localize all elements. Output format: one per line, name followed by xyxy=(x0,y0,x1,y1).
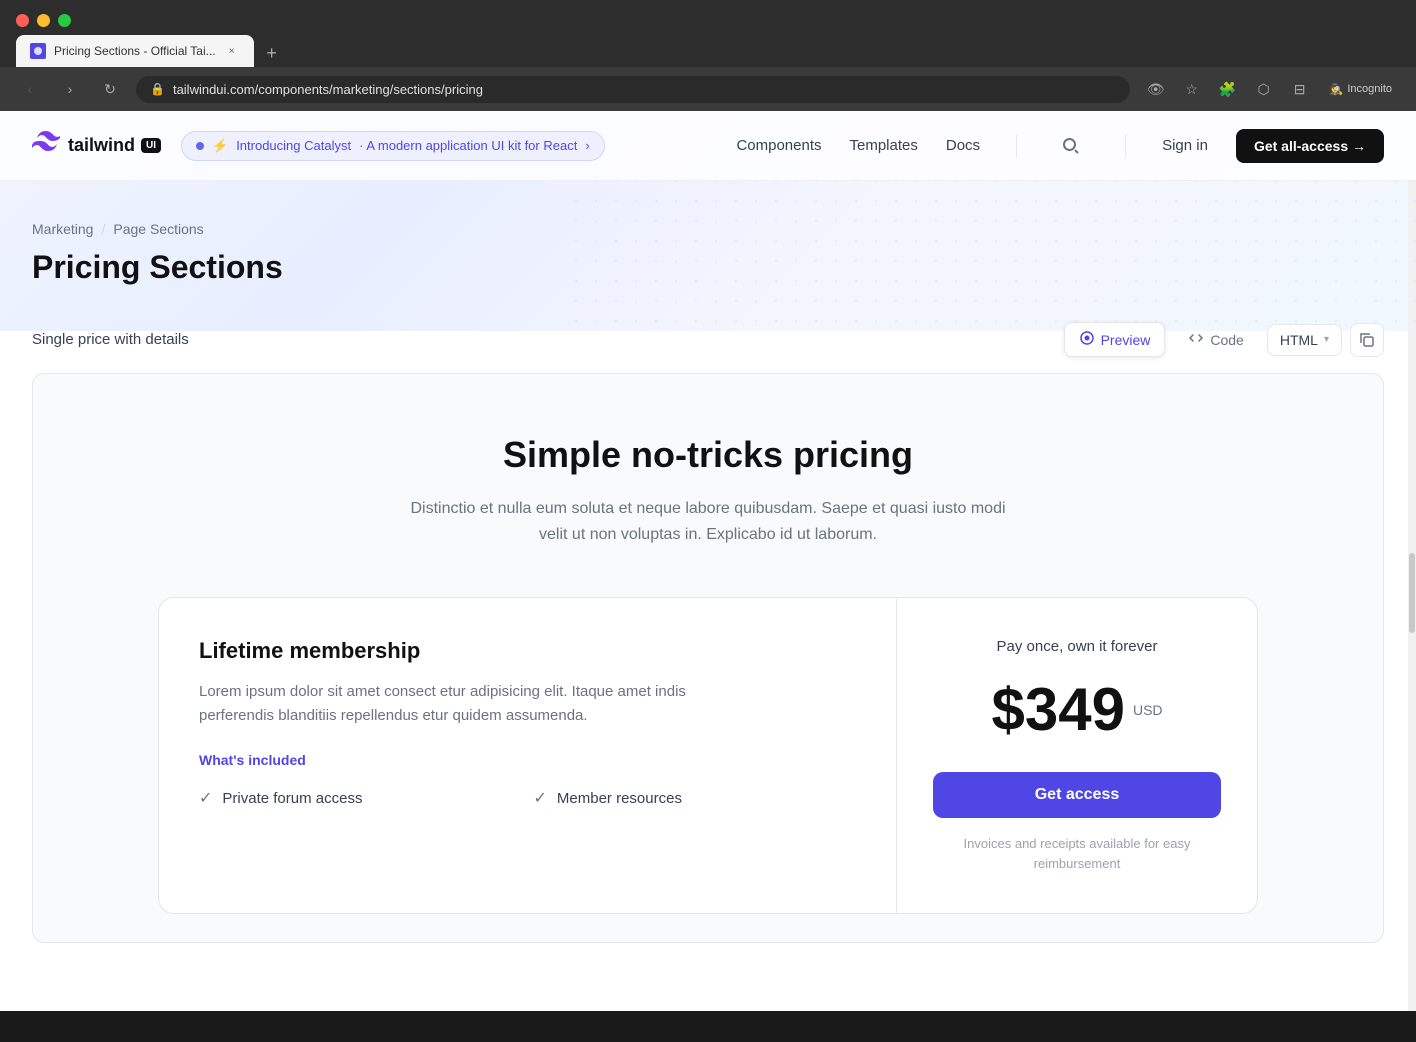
code-icon xyxy=(1188,330,1204,349)
tab-bar: Pricing Sections - Official Tai... × + xyxy=(0,27,1416,67)
address-bar-row: ‹ › ↻ 🔒 tailwindui.com/components/market… xyxy=(0,67,1416,111)
page: tailwind UI ⚡ Introducing Catalyst · A m… xyxy=(0,111,1416,1011)
puzzle-icon[interactable]: 🧩 xyxy=(1214,75,1242,103)
page-title: Pricing Sections xyxy=(32,249,1384,286)
eye-off-icon[interactable]: 👁 xyxy=(1142,75,1170,103)
star-icon[interactable]: ☆ xyxy=(1178,75,1206,103)
sidebar-icon[interactable]: ⊟ xyxy=(1286,75,1314,103)
logo-icon xyxy=(32,131,60,161)
maximize-button[interactable] xyxy=(58,14,71,27)
preview-btn-label: Preview xyxy=(1101,332,1151,348)
pricing-card: Lifetime membership Lorem ipsum dolor si… xyxy=(158,597,1258,914)
nav-links: Components Templates Docs Sign in Get al… xyxy=(736,128,1384,164)
tab-favicon xyxy=(30,43,46,59)
price-currency: USD xyxy=(1133,702,1163,718)
copy-button[interactable] xyxy=(1350,323,1384,357)
get-access-button[interactable]: Get all-access → xyxy=(1236,129,1384,163)
invoice-text: Invoices and receipts available for easy… xyxy=(933,834,1221,873)
feature-item-0: ✓ Private forum access xyxy=(199,788,522,808)
nav-link-components[interactable]: Components xyxy=(736,137,821,154)
preview-icon xyxy=(1079,330,1095,349)
breadcrumb-separator: / xyxy=(101,221,105,237)
breadcrumb: Marketing / Page Sections xyxy=(32,221,1384,237)
breadcrumb-marketing[interactable]: Marketing xyxy=(32,221,93,237)
announcement-text: Introducing Catalyst xyxy=(236,138,351,153)
nav-link-templates[interactable]: Templates xyxy=(850,137,918,154)
pay-once-text: Pay once, own it forever xyxy=(997,638,1158,655)
breadcrumb-page-sections[interactable]: Page Sections xyxy=(113,221,203,237)
signin-link[interactable]: Sign in xyxy=(1162,137,1208,154)
lock-icon: 🔒 xyxy=(150,82,165,96)
section-header: Single price with details Preview Code H… xyxy=(32,322,1384,357)
incognito-badge: 🕵 Incognito xyxy=(1322,80,1400,99)
chevron-down-icon: ▾ xyxy=(1324,334,1329,345)
announcement-chevron: › xyxy=(585,138,589,153)
browser-tab[interactable]: Pricing Sections - Official Tai... × xyxy=(16,35,254,67)
address-bar[interactable]: 🔒 tailwindui.com/components/marketing/se… xyxy=(136,76,1130,103)
traffic-lights xyxy=(0,0,1416,27)
refresh-button[interactable]: ↻ xyxy=(96,75,124,103)
code-button[interactable]: Code xyxy=(1173,322,1258,357)
section-controls: Preview Code HTML ▾ xyxy=(1064,322,1384,357)
incognito-icon: 🕵 xyxy=(1330,83,1344,96)
nav-link-docs[interactable]: Docs xyxy=(946,137,980,154)
navbar: tailwind UI ⚡ Introducing Catalyst · A m… xyxy=(0,111,1416,181)
browser-chrome: Pricing Sections - Official Tai... × + ‹… xyxy=(0,0,1416,111)
extension-icon[interactable]: ⬡ xyxy=(1250,75,1278,103)
pricing-card-desc: Lorem ipsum dolor sit amet consect etur … xyxy=(199,680,699,728)
search-button[interactable] xyxy=(1053,128,1089,164)
pricing-card-title: Lifetime membership xyxy=(199,638,856,664)
get-access-price-button[interactable]: Get access xyxy=(933,772,1221,818)
announcement-subtext: · A modern application UI kit for React xyxy=(359,138,577,153)
tab-close-icon[interactable]: × xyxy=(224,43,240,59)
announcement-banner[interactable]: ⚡ Introducing Catalyst · A modern applic… xyxy=(181,131,605,161)
section-label: Single price with details xyxy=(32,331,189,348)
forward-button[interactable]: › xyxy=(56,75,84,103)
features-grid: ✓ Private forum access ✓ Member resource… xyxy=(199,788,856,808)
announcement-icon: ⚡ xyxy=(212,138,228,154)
price-display: $349 USD xyxy=(991,675,1162,744)
main-content: Marketing / Page Sections Pricing Sectio… xyxy=(0,181,1416,943)
tab-title: Pricing Sections - Official Tai... xyxy=(54,44,216,58)
lang-select[interactable]: HTML ▾ xyxy=(1267,324,1342,356)
minimize-button[interactable] xyxy=(37,14,50,27)
preview-subtext: Distinctio et nulla eum soluta et neque … xyxy=(408,496,1008,547)
whats-included-link[interactable]: What's included xyxy=(199,752,856,768)
nav-divider-2 xyxy=(1125,134,1126,158)
preview-heading: Simple no-tricks pricing xyxy=(503,434,913,476)
code-btn-label: Code xyxy=(1210,332,1243,348)
check-icon-0: ✓ xyxy=(199,788,212,808)
new-tab-button[interactable]: + xyxy=(258,39,286,67)
url-text: tailwindui.com/components/marketing/sect… xyxy=(173,82,1116,97)
check-icon-1: ✓ xyxy=(534,788,547,808)
feature-item-1: ✓ Member resources xyxy=(534,788,857,808)
close-button[interactable] xyxy=(16,14,29,27)
pricing-card-left: Lifetime membership Lorem ipsum dolor si… xyxy=(159,598,897,913)
browser-actions: 👁 ☆ 🧩 ⬡ ⊟ 🕵 Incognito xyxy=(1142,75,1400,103)
price-amount: $349 xyxy=(991,675,1124,744)
announcement-dot xyxy=(196,142,204,150)
incognito-label: Incognito xyxy=(1347,83,1392,95)
nav-divider xyxy=(1016,134,1017,158)
logo-link[interactable]: tailwind UI xyxy=(32,131,161,161)
preview-button[interactable]: Preview xyxy=(1064,322,1166,357)
logo-badge: UI xyxy=(141,138,161,153)
pricing-card-right: Pay once, own it forever $349 USD Get ac… xyxy=(897,598,1257,913)
feature-label-0: Private forum access xyxy=(222,790,362,807)
lang-label: HTML xyxy=(1280,332,1318,348)
feature-label-1: Member resources xyxy=(557,790,682,807)
logo-text: tailwind UI xyxy=(68,135,161,156)
preview-area: Simple no-tricks pricing Distinctio et n… xyxy=(32,373,1384,943)
back-button[interactable]: ‹ xyxy=(16,75,44,103)
